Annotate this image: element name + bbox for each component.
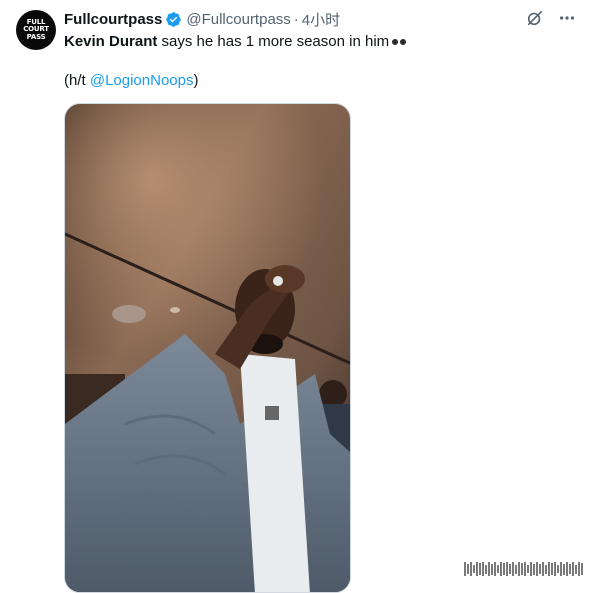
avatar[interactable]: FULL COURT PASS [16,10,56,50]
avatar-text-3: PASS [26,32,46,41]
grok-icon[interactable] [525,8,545,28]
verified-badge-icon [165,11,182,28]
tweet-body: says he has 1 more season in him [157,33,390,50]
tweet-text: Kevin Durant says he has 1 more season i… [64,32,564,52]
eyes-emoji-icon [392,39,407,46]
top-actions [525,8,577,28]
author-name[interactable]: Fullcourtpass [64,11,162,28]
more-icon[interactable] [557,8,577,28]
separator: · [293,10,299,28]
tweet-subject: Kevin Durant [64,33,158,50]
tweet-header: Fullcourtpass @Fullcourtpass · 4小时 [64,9,340,29]
hat-tip-prefix: (h/t [64,72,90,89]
author-handle[interactable]: @Fullcourtpass [186,11,290,28]
watermark [464,562,583,576]
timestamp[interactable]: 4小时 [302,9,340,30]
tweet-video[interactable] [64,103,351,593]
hat-tip-suffix: ) [193,72,199,89]
hat-tip: (h/t @LogionNoops) [64,71,198,91]
hat-tip-mention[interactable]: @LogionNoops [90,72,194,89]
video-frame [65,104,350,592]
